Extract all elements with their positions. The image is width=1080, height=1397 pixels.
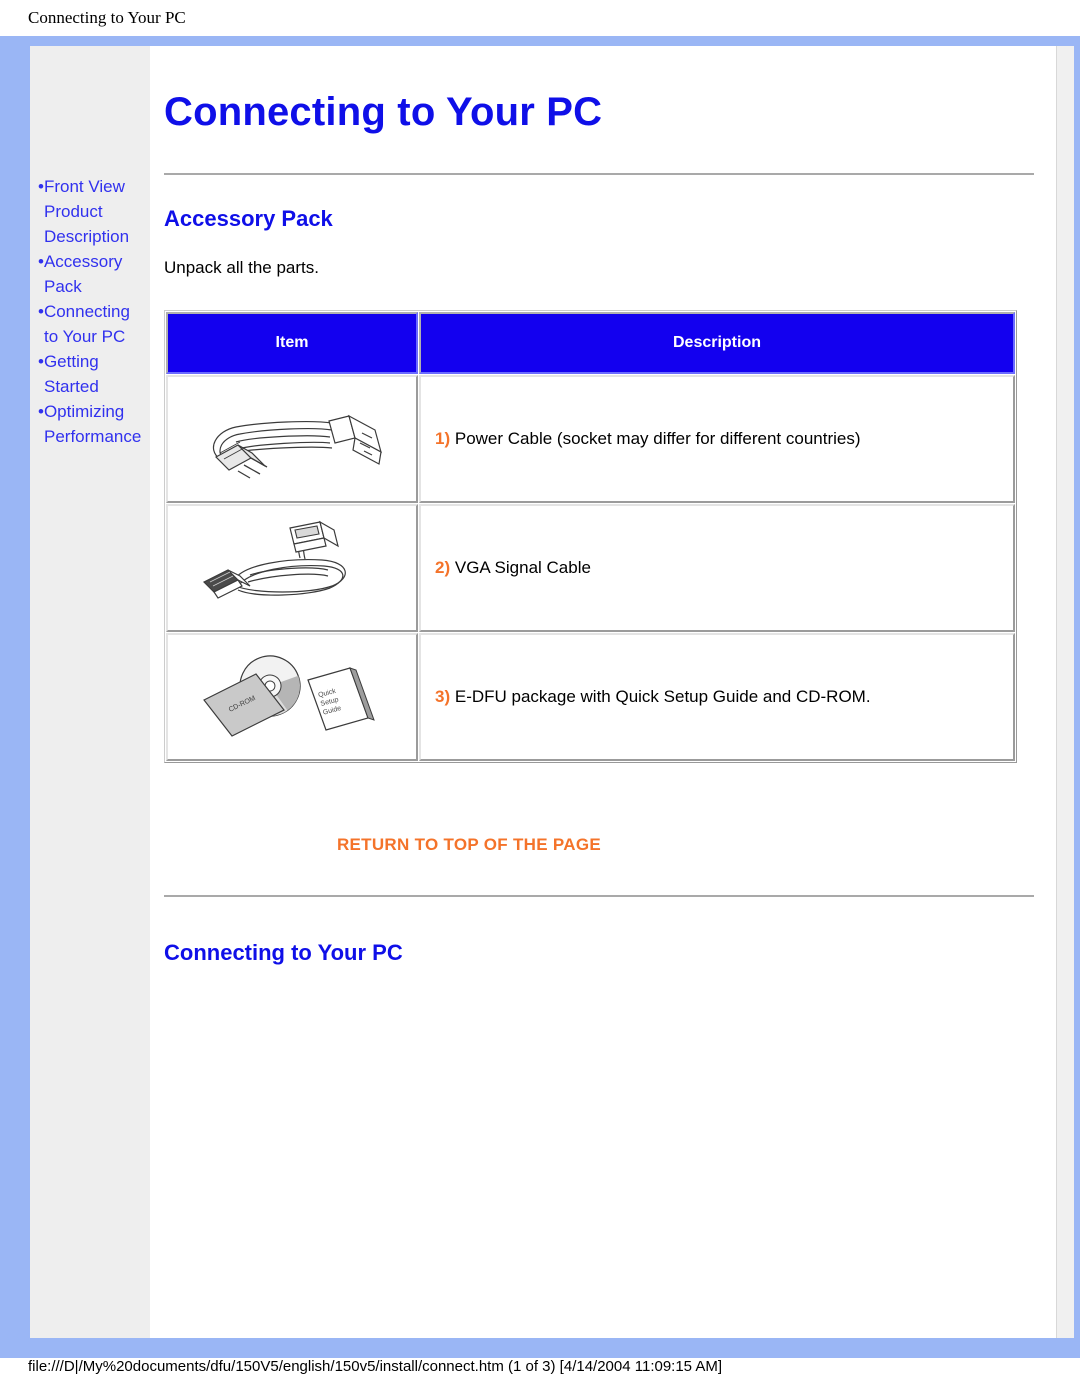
accessory-pack-table: Item Description 1) Power Cable (socket … [164, 310, 1017, 763]
page-frame: •Front View Product Description •Accesso… [0, 36, 1080, 1358]
return-to-top-link[interactable]: RETURN TO TOP OF THE PAGE [337, 835, 601, 854]
divider-top [164, 173, 1034, 176]
print-header-title: Connecting to Your PC [28, 8, 186, 27]
accessory-pack-heading: Accessory Pack [164, 206, 333, 231]
connecting-to-your-pc-heading: Connecting to Your PC [164, 940, 403, 965]
return-to-top-container: RETURN TO TOP OF THE PAGE [164, 835, 1034, 855]
sidebar-item-label: Optimizing Performance [43, 402, 142, 446]
main-content: Connecting to Your PC Accessory Pack Unp… [150, 46, 1074, 1338]
table-body: 1) Power Cable (socket may differ for di… [166, 375, 1015, 761]
table-header-item: Item [166, 312, 418, 374]
item-number: 1) [435, 429, 451, 448]
edfu-package-description-cell: 3) E-DFU package with Quick Setup Guide … [419, 633, 1015, 761]
power-cable-image-cell [166, 375, 418, 503]
item-number: 3) [435, 687, 451, 706]
vga-cable-image-cell [166, 504, 418, 632]
page-title: Connecting to Your PC [164, 90, 603, 134]
item-description: E-DFU package with Quick Setup Guide and… [454, 687, 871, 706]
table-row: 1) Power Cable (socket may differ for di… [166, 375, 1015, 503]
sidebar: •Front View Product Description •Accesso… [30, 46, 150, 1338]
print-footer: file:///D|/My%20documents/dfu/150V5/engl… [0, 1358, 1080, 1397]
sidebar-item-label: Getting Started [43, 352, 99, 396]
power-cable-illustration [213, 414, 382, 479]
edfu-cdrom-package-illustration: CD-ROM Quick Setup Guide [203, 655, 375, 737]
sidebar-item-front-view-product-description[interactable]: •Front View Product Description [38, 174, 144, 249]
sidebar-item-connecting-to-your-pc[interactable]: •Connecting to Your PC [38, 299, 144, 349]
table-row: 2) VGA Signal Cable [166, 504, 1015, 632]
page-body: •Front View Product Description •Accesso… [30, 46, 1074, 1338]
sidebar-item-label: Accessory Pack [43, 252, 123, 296]
table-row: CD-ROM Quick Setup Guide 3) E-DFU packag… [166, 633, 1015, 761]
sidebar-nav-list: •Front View Product Description •Accesso… [30, 174, 150, 449]
sidebar-item-getting-started[interactable]: •Getting Started [38, 349, 144, 399]
table-header-description: Description [419, 312, 1015, 374]
sidebar-item-accessory-pack[interactable]: •Accessory Pack [38, 249, 144, 299]
divider-bottom [164, 895, 1034, 898]
item-number: 2) [435, 558, 451, 577]
vertical-scrollbar[interactable] [1056, 46, 1074, 1338]
vga-cable-description-cell: 2) VGA Signal Cable [419, 504, 1015, 632]
sidebar-item-optimizing-performance[interactable]: •Optimizing Performance [38, 399, 144, 449]
print-footer-path: file:///D|/My%20documents/dfu/150V5/engl… [28, 1358, 723, 1375]
sidebar-item-label: Front View Product Description [43, 177, 130, 246]
item-description: Power Cable (socket may differ for diffe… [454, 429, 861, 448]
table-header-row: Item Description [166, 312, 1015, 374]
table-head: Item Description [166, 312, 1015, 374]
accessory-pack-intro: Unpack all the parts. [164, 258, 319, 277]
print-header: Connecting to Your PC [0, 0, 1080, 36]
power-cable-description-cell: 1) Power Cable (socket may differ for di… [419, 375, 1015, 503]
edfu-package-image-cell: CD-ROM Quick Setup Guide [166, 633, 418, 761]
item-description: VGA Signal Cable [454, 558, 591, 577]
sidebar-item-label: Connecting to Your PC [43, 302, 130, 346]
vga-signal-cable-illustration [202, 520, 346, 599]
